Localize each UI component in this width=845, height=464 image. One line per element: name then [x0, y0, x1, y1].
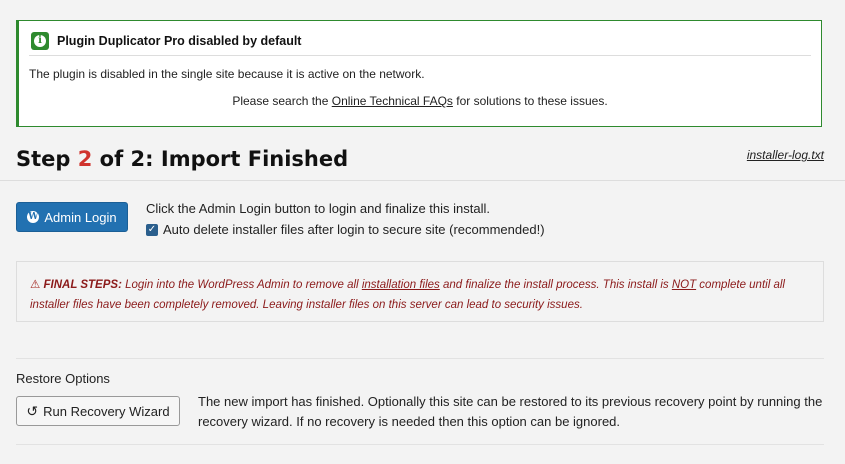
restore-description: The new import has finished. Optionally …: [198, 394, 823, 429]
auto-delete-label: Auto delete installer files after login …: [163, 222, 545, 237]
final-text-1: Login into the WordPress Admin to remove…: [121, 279, 362, 291]
notice-faq-line: Please search the Online Technical FAQs …: [19, 94, 821, 108]
step-suffix: of 2: Import Finished: [92, 147, 349, 171]
divider: [16, 444, 824, 445]
warning-icon: ⚠: [30, 279, 41, 291]
restore-options-heading: Restore Options: [16, 371, 110, 386]
auto-delete-checkbox[interactable]: ✓: [146, 223, 158, 236]
final-steps-label: FINAL STEPS:: [43, 279, 122, 291]
wordpress-icon: W: [27, 211, 40, 223]
divider: [0, 180, 845, 181]
step-number: 2: [77, 147, 93, 171]
info-icon: i: [31, 32, 49, 50]
final-steps-box: ⚠ FINAL STEPS: Login into the WordPress …: [16, 261, 824, 322]
installation-files-link[interactable]: installation files: [362, 279, 440, 291]
faq-link[interactable]: Online Technical FAQs: [332, 94, 453, 108]
step-prefix: Step: [16, 147, 78, 171]
final-steps-text: ⚠ FINAL STEPS: Login into the WordPress …: [30, 275, 810, 315]
checkmark-icon: ✓: [147, 223, 157, 235]
notice-header: i Plugin Duplicator Pro disabled by defa…: [31, 31, 301, 51]
notice-divider: [29, 55, 811, 56]
admin-login-info: Click the Admin Login button to login an…: [146, 201, 490, 216]
auto-delete-row[interactable]: ✓ Auto delete installer files after logi…: [146, 222, 545, 237]
faq-suffix: for solutions to these issues.: [452, 94, 608, 108]
admin-login-label: Admin Login: [44, 209, 117, 225]
notice-message: The plugin is disabled in the single sit…: [29, 67, 425, 81]
not-emphasis: NOT: [671, 279, 697, 291]
recovery-button-label: Run Recovery Wizard: [43, 403, 170, 419]
undo-icon: ↺: [26, 402, 39, 419]
final-text-2: and finalize the install process. This i…: [439, 279, 672, 291]
divider: [16, 358, 824, 359]
page-title: Step 2 of 2: Import Finished: [16, 147, 348, 171]
installer-log-link[interactable]: installer-log.txt: [747, 148, 824, 162]
plugin-notice: i Plugin Duplicator Pro disabled by defa…: [16, 20, 822, 127]
admin-login-button[interactable]: W Admin Login: [16, 202, 128, 232]
faq-prefix: Please search the: [232, 94, 332, 108]
notice-title: Plugin Duplicator Pro disabled by defaul…: [57, 34, 302, 48]
run-recovery-wizard-button[interactable]: ↺ Run Recovery Wizard: [16, 396, 180, 426]
